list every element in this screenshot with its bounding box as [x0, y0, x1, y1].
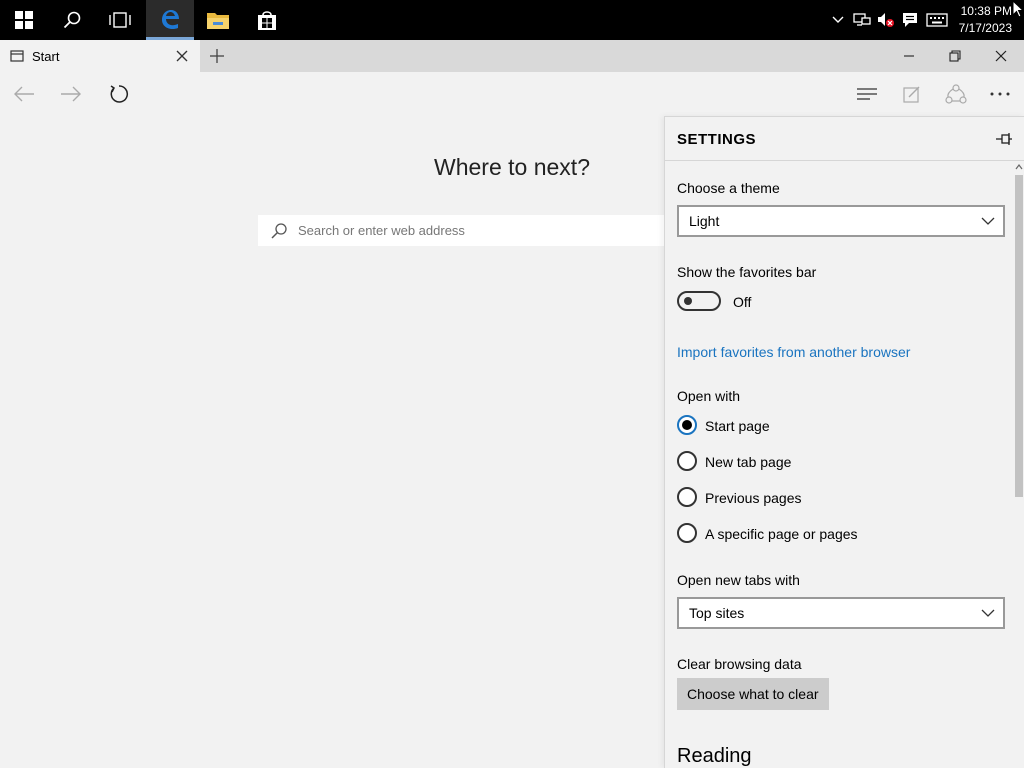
- toggle-knob: [684, 297, 692, 305]
- reading-section-title: Reading: [677, 745, 752, 767]
- keyboard-icon: [926, 13, 948, 27]
- more-button[interactable]: [977, 72, 1023, 116]
- radio-previous-pages-label[interactable]: Previous pages: [705, 490, 802, 506]
- close-tab-icon[interactable]: [174, 48, 190, 64]
- minimize-button[interactable]: [886, 40, 932, 72]
- search-button[interactable]: [48, 0, 96, 40]
- favorites-bar-label: Show the favorites bar: [677, 264, 817, 280]
- touch-keyboard-button[interactable]: [922, 0, 952, 40]
- theme-label: Choose a theme: [677, 180, 780, 196]
- hub-icon: [857, 88, 877, 100]
- settings-scrollbar[interactable]: [1014, 161, 1024, 768]
- search-input[interactable]: [298, 223, 638, 238]
- tab-page-icon: [10, 50, 24, 62]
- navigation-bar: [0, 72, 1024, 116]
- search-icon: [63, 11, 81, 29]
- store-button[interactable]: [243, 0, 291, 40]
- volume-muted-icon: [878, 13, 894, 27]
- settings-title: SETTINGS: [677, 131, 757, 148]
- title-bar: Start: [0, 40, 1024, 72]
- system-tray: 10:38 PM 7/17/2023: [826, 0, 1024, 40]
- network-button[interactable]: [850, 0, 874, 40]
- settings-panel: SETTINGS Choose a theme Light Show the f…: [664, 116, 1024, 768]
- radio-specific-pages[interactable]: [677, 523, 697, 543]
- show-hidden-icons-button[interactable]: [826, 0, 850, 40]
- clear-data-label: Clear browsing data: [677, 656, 802, 672]
- taskbar: 10:38 PM 7/17/2023: [0, 0, 1024, 40]
- hub-button[interactable]: [844, 72, 890, 116]
- forward-arrow-icon: [61, 86, 81, 102]
- share-button[interactable]: [933, 72, 979, 116]
- web-note-button[interactable]: [889, 72, 935, 116]
- settings-header: SETTINGS: [665, 117, 1024, 161]
- web-note-icon: [903, 86, 920, 103]
- network-icon: [853, 13, 871, 26]
- pin-icon[interactable]: [995, 131, 1013, 147]
- search-icon: [271, 222, 287, 239]
- edge-taskbar-button[interactable]: [146, 0, 194, 40]
- restore-button[interactable]: [932, 40, 978, 72]
- new-tabs-label: Open new tabs with: [677, 572, 800, 588]
- new-tabs-select[interactable]: Top sites: [677, 597, 1005, 629]
- chevron-up-icon: [832, 16, 844, 23]
- radio-specific-pages-label[interactable]: A specific page or pages: [705, 526, 858, 542]
- share-icon: [945, 84, 967, 104]
- action-center-button[interactable]: [898, 0, 922, 40]
- radio-new-tab-page[interactable]: [677, 451, 697, 471]
- refresh-button[interactable]: [96, 72, 142, 116]
- restore-icon: [949, 50, 961, 62]
- close-icon: [995, 50, 1007, 62]
- import-favorites-link[interactable]: Import favorites from another browser: [677, 344, 910, 360]
- start-search-box[interactable]: [258, 215, 664, 246]
- windows-start-button[interactable]: [0, 0, 48, 40]
- radio-start-page-label[interactable]: Start page: [705, 418, 770, 434]
- refresh-icon: [110, 85, 128, 103]
- file-explorer-button[interactable]: [194, 0, 242, 40]
- scroll-up-icon[interactable]: [1015, 163, 1023, 171]
- file-explorer-icon: [207, 13, 229, 29]
- more-icon: [990, 92, 1010, 96]
- scroll-thumb[interactable]: [1015, 175, 1023, 497]
- radio-new-tab-page-label[interactable]: New tab page: [705, 454, 791, 470]
- volume-button[interactable]: [874, 0, 898, 40]
- theme-value: Light: [689, 213, 720, 229]
- chevron-down-icon: [981, 609, 995, 617]
- minimize-icon: [904, 55, 914, 57]
- choose-what-to-clear-button[interactable]: Choose what to clear: [677, 678, 829, 710]
- radio-start-page[interactable]: [677, 415, 697, 435]
- tab-title: Start: [32, 48, 60, 64]
- back-button[interactable]: [1, 72, 47, 116]
- chevron-down-icon: [981, 217, 995, 225]
- favorites-bar-state: Off: [733, 294, 752, 310]
- edge-icon: [162, 9, 179, 29]
- mouse-cursor-icon: [1012, 0, 1024, 18]
- forward-button[interactable]: [48, 72, 94, 116]
- browser-tab[interactable]: Start: [0, 40, 200, 72]
- radio-previous-pages[interactable]: [677, 487, 697, 507]
- task-view-button[interactable]: [96, 0, 144, 40]
- notification-icon: [903, 13, 917, 27]
- task-view-icon: [109, 12, 131, 28]
- open-with-label: Open with: [677, 388, 741, 404]
- clock-date: 7/17/2023: [958, 21, 1012, 35]
- close-window-button[interactable]: [978, 40, 1024, 72]
- windows-start-icon: [15, 11, 33, 29]
- clock-time: 10:38 PM: [960, 4, 1012, 18]
- store-icon: [258, 11, 276, 30]
- back-arrow-icon: [14, 86, 34, 102]
- theme-select[interactable]: Light: [677, 205, 1005, 237]
- favorites-bar-toggle[interactable]: [677, 291, 721, 311]
- plus-icon: [210, 49, 224, 63]
- new-tab-button[interactable]: [200, 40, 234, 72]
- new-tabs-value: Top sites: [689, 605, 745, 621]
